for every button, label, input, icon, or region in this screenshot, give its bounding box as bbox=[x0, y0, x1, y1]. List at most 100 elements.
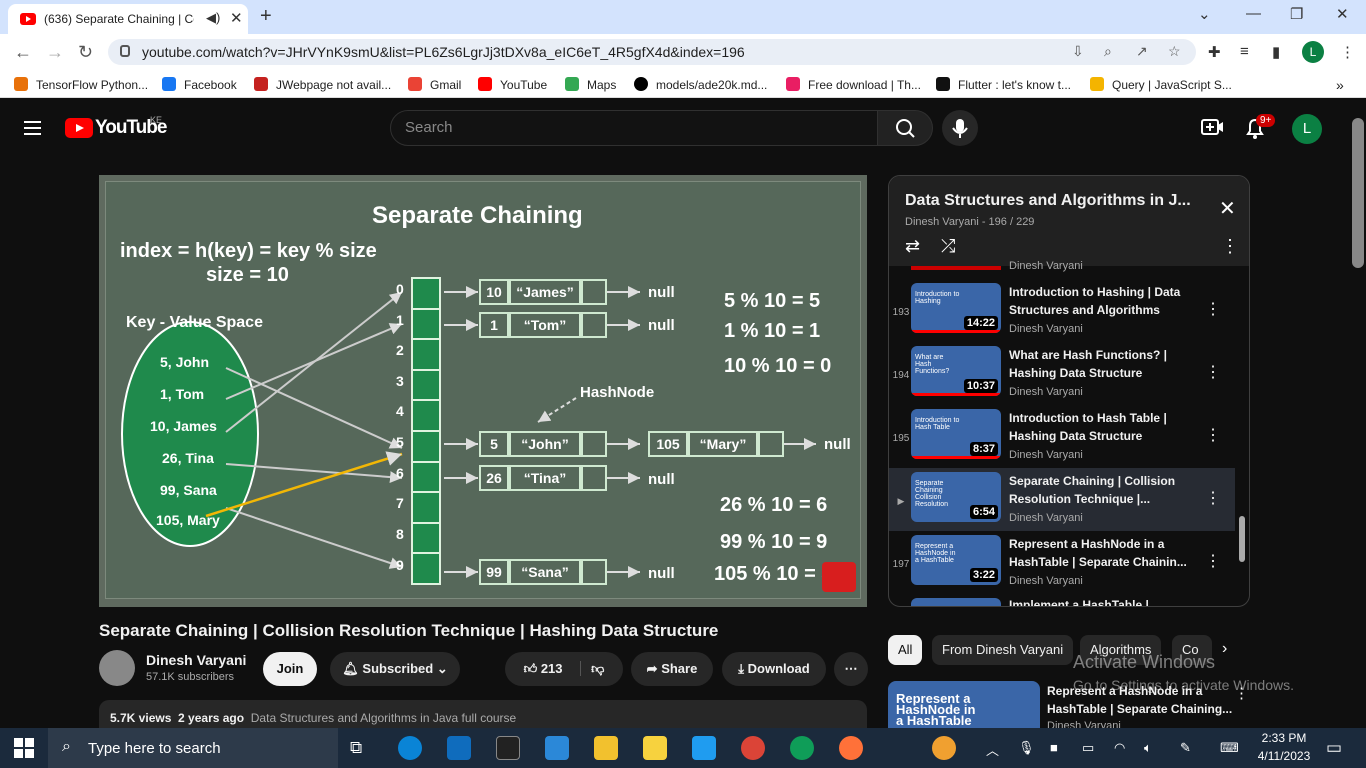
firefox-icon[interactable] bbox=[839, 736, 863, 760]
profile-avatar[interactable]: L bbox=[1302, 41, 1324, 63]
item-title[interactable]: Represent a HashNode in a HashTable | Se… bbox=[1009, 535, 1199, 571]
bookmark-item[interactable]: Facebook bbox=[162, 77, 237, 92]
create-video-icon[interactable] bbox=[1200, 116, 1224, 143]
channel-avatar[interactable] bbox=[99, 650, 135, 686]
reload-icon[interactable]: ↻ bbox=[78, 42, 93, 63]
show-hidden-icons[interactable]: ︿ bbox=[986, 740, 999, 759]
download-button[interactable]: ⤓ Download bbox=[722, 652, 826, 686]
wifi-icon[interactable]: ◠ bbox=[1114, 740, 1125, 756]
chip-from-channel[interactable]: From Dinesh Varyani bbox=[932, 635, 1074, 665]
playlist-scrollbar[interactable] bbox=[1239, 516, 1245, 562]
playlist-item[interactable]: 193 Introduction to Hashing 14:22 Introdu… bbox=[889, 279, 1235, 342]
item-title[interactable]: What are Hash Functions? | Hashing Data … bbox=[1009, 346, 1199, 382]
bookmark-item[interactable]: models/ade20k.md... bbox=[634, 77, 767, 92]
item-menu-icon[interactable]: ⋮ bbox=[1205, 551, 1221, 571]
clock-time[interactable]: 2:33 PM bbox=[1258, 731, 1310, 745]
account-avatar[interactable]: L bbox=[1292, 114, 1322, 144]
share-button[interactable]: ➦ Share bbox=[631, 652, 713, 686]
minimize-button[interactable]: — bbox=[1246, 5, 1261, 22]
close-tab-icon[interactable]: ✕ bbox=[230, 9, 243, 27]
bookmark-item[interactable]: YouTube bbox=[478, 77, 547, 92]
weather-icon[interactable] bbox=[932, 736, 956, 760]
mail-icon[interactable] bbox=[447, 736, 471, 760]
channel-name[interactable]: Dinesh Varyani bbox=[146, 652, 246, 668]
playlist-title[interactable]: Data Structures and Algorithms in J... bbox=[905, 192, 1191, 210]
video-player[interactable]: Separate Chaining index = h(key) = key %… bbox=[99, 175, 867, 607]
like-button[interactable]: 👍︎ 213 bbox=[524, 661, 563, 676]
search-input[interactable] bbox=[390, 110, 878, 146]
pen-icon[interactable]: ✎ bbox=[1180, 740, 1191, 756]
bookmark-item[interactable]: Query | JavaScript S... bbox=[1090, 77, 1232, 92]
battery-icon[interactable]: ▭ bbox=[1082, 740, 1094, 756]
new-tab-button[interactable]: + bbox=[260, 5, 272, 28]
video-thumbnail[interactable]: Introduction to Hash Table 8:37 bbox=[911, 409, 1001, 459]
playlist-item[interactable]: 194 What are Hash Functions? 10:37 What a… bbox=[889, 342, 1235, 405]
maximize-button[interactable]: ❐ bbox=[1290, 5, 1303, 23]
forward-arrow-icon[interactable]: → bbox=[46, 42, 64, 63]
windows-start-icon[interactable] bbox=[14, 738, 34, 763]
speaker-icon[interactable]: ◀) bbox=[206, 10, 220, 26]
item-menu-icon[interactable]: ⋮ bbox=[1205, 488, 1221, 508]
search-button[interactable] bbox=[877, 110, 933, 146]
loop-icon[interactable]: ⇄ bbox=[905, 236, 920, 257]
shuffle-icon[interactable]: ⤮ bbox=[941, 236, 955, 257]
file-explorer-icon[interactable] bbox=[594, 736, 618, 760]
close-window-button[interactable]: ✕ bbox=[1336, 5, 1349, 23]
related-thumbnail[interactable]: Represent a HashNode in a HashTable bbox=[888, 681, 1040, 728]
browser-tab[interactable]: (636) Separate Chaining | Co ◀) ✕ bbox=[8, 4, 248, 34]
youtube-logo-icon[interactable] bbox=[65, 118, 93, 138]
item-menu-icon[interactable]: ⋮ bbox=[1205, 299, 1221, 319]
mic-app-tray-icon[interactable]: ■ bbox=[1050, 740, 1058, 755]
url-text[interactable]: youtube.com/watch?v=JHrVYnK9smU&list=PL6… bbox=[142, 44, 745, 60]
close-playlist-icon[interactable]: ✕ bbox=[1219, 196, 1236, 221]
playlist-item[interactable]: 197 Represent a HashNode in a HashTable 3… bbox=[889, 531, 1235, 594]
video-thumbnail[interactable]: What are Hash Functions? 10:37 bbox=[911, 346, 1001, 396]
bookmark-item[interactable]: TensorFlow Python... bbox=[14, 77, 148, 92]
notification-center-icon[interactable]: ▭ bbox=[1326, 738, 1342, 758]
vscode-icon[interactable] bbox=[692, 736, 716, 760]
bookmark-item[interactable]: Maps bbox=[565, 77, 616, 92]
subscribe-watermark-icon[interactable] bbox=[822, 562, 856, 592]
side-panel-icon[interactable]: ▮ bbox=[1272, 43, 1280, 61]
install-icon[interactable]: ⇩ bbox=[1072, 43, 1084, 60]
video-thumbnail[interactable]: Represent a HashNode in a HashTable 3:22 bbox=[911, 535, 1001, 585]
item-title[interactable]: Separate Chaining | Collision Resolution… bbox=[1009, 472, 1199, 508]
media-control-icon[interactable]: ≡ bbox=[1240, 43, 1249, 60]
terminal-icon[interactable] bbox=[496, 736, 520, 760]
menu-hamburger-icon[interactable] bbox=[24, 121, 41, 135]
item-menu-icon[interactable]: ⋮ bbox=[1205, 425, 1221, 445]
microphone-tray-icon[interactable]: 🎙︎ bbox=[1018, 740, 1035, 756]
next-thumbnail[interactable] bbox=[911, 598, 1001, 606]
zoom-icon[interactable]: ⌕ bbox=[1104, 43, 1112, 60]
bookmark-item[interactable]: Gmail bbox=[408, 77, 461, 92]
item-title[interactable]: Introduction to Hash Table | Hashing Dat… bbox=[1009, 409, 1199, 445]
volume-icon[interactable]: 🔈︎ bbox=[1144, 740, 1152, 756]
playlist-menu-icon[interactable]: ⋮ bbox=[1221, 236, 1239, 257]
sticky-notes-icon[interactable] bbox=[643, 736, 667, 760]
chrome-profile-icon[interactable] bbox=[790, 736, 814, 760]
voice-search-button[interactable] bbox=[942, 110, 978, 146]
chips-next-icon[interactable]: › bbox=[1222, 640, 1227, 658]
bookmark-item[interactable]: Flutter : let's know t... bbox=[936, 77, 1071, 92]
chip-all[interactable]: All bbox=[888, 635, 923, 665]
more-actions-button[interactable]: ⋯ bbox=[834, 652, 868, 686]
video-thumbnail[interactable]: Separate Chaining Collision Resolution 6:… bbox=[911, 472, 1001, 522]
item-title[interactable]: Introduction to Hashing | Data Structure… bbox=[1009, 283, 1199, 319]
item-menu-icon[interactable]: ⋮ bbox=[1205, 362, 1221, 382]
share-icon[interactable]: ↗ bbox=[1136, 43, 1148, 60]
extensions-icon[interactable]: ✚ bbox=[1208, 43, 1221, 61]
more-bookmarks-icon[interactable]: » bbox=[1336, 77, 1344, 93]
back-arrow-icon[interactable]: ← bbox=[14, 42, 32, 63]
playlist-item[interactable]: 195 Introduction to Hash Table 8:37 Intro… bbox=[889, 405, 1235, 468]
bookmark-item[interactable]: Free download | Th... bbox=[786, 77, 921, 92]
page-scrollbar-thumb[interactable] bbox=[1352, 118, 1364, 268]
store-icon[interactable] bbox=[545, 736, 569, 760]
chrome-icon[interactable] bbox=[741, 736, 765, 760]
browser-menu-icon[interactable]: ⋮ bbox=[1340, 43, 1355, 61]
edge-icon[interactable] bbox=[398, 736, 422, 760]
clock-date[interactable]: 4/11/2023 bbox=[1254, 749, 1314, 763]
bookmark-star-icon[interactable]: ☆ bbox=[1168, 43, 1181, 60]
tab-search-chevron-icon[interactable]: ⌄ bbox=[1198, 5, 1211, 23]
lock-icon[interactable] bbox=[120, 45, 130, 57]
dislike-button[interactable]: 👎︎ bbox=[580, 661, 605, 676]
